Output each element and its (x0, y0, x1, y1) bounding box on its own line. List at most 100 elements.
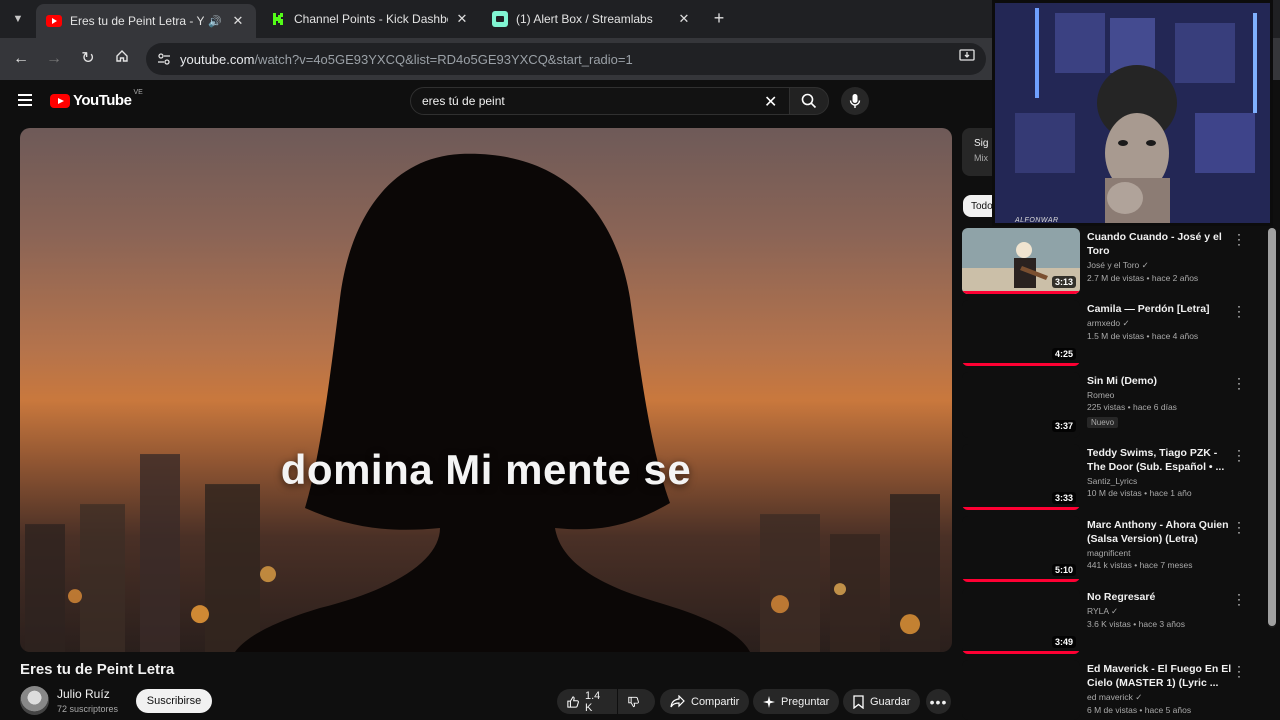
avatar[interactable] (20, 686, 49, 715)
menu-hamburger-icon[interactable] (18, 94, 32, 106)
video-thumbnail[interactable]: 3:37 (962, 372, 1080, 438)
scrollbar-thumb[interactable] (1268, 228, 1276, 626)
address-bar[interactable]: youtube.com/watch?v=4o5GE93YXCQ&list=RD4… (146, 43, 986, 75)
channel-name[interactable]: ed maverick (1087, 692, 1133, 702)
video-duration: 3:13 (1051, 276, 1076, 288)
video-meta: 6 M de vistas • hace 5 años (1087, 705, 1192, 715)
more-vertical-icon[interactable]: · · · (1234, 660, 1244, 682)
subscriber-count: 72 suscriptores (57, 704, 119, 714)
video-thumbnail[interactable]: 3:13 (962, 228, 1080, 294)
video-title[interactable]: Marc Anthony - Ahora Quien (Salsa Versio… (1087, 518, 1235, 546)
more-actions-button[interactable]: ••• (926, 689, 951, 714)
url-path: /watch?v=4o5GE93YXCQ&list=RD4o5GE93YXCQ&… (254, 51, 633, 67)
youtube-logo[interactable]: YouTube VE (50, 89, 143, 109)
video-thumbnail[interactable] (962, 660, 1080, 720)
watch-progress-bar (962, 507, 1080, 510)
like-button[interactable]: 1.4 K (557, 689, 617, 714)
new-badge: Nuevo (1087, 417, 1119, 428)
verified-check-icon: ✓ (1110, 606, 1119, 616)
channel-name[interactable]: Julio Ruíz (57, 687, 118, 701)
video-title[interactable]: No Regresaré (1087, 590, 1235, 604)
tab-kick[interactable]: Channel Points - Kick Dashboard ✕ (260, 4, 480, 34)
youtube-play-logo-icon (50, 93, 70, 108)
share-label: Compartir (691, 695, 740, 708)
video-player[interactable]: domina Mi mente se (20, 128, 952, 652)
forward-arrow-icon[interactable]: → (42, 47, 66, 71)
video-meta: 441 k vistas • hace 7 meses (1087, 560, 1193, 570)
dislike-button[interactable] (618, 689, 655, 714)
channel-name[interactable]: Romeo (1087, 390, 1235, 400)
video-title: Eres tu de Peint Letra (20, 661, 175, 678)
video-title[interactable]: Ed Maverick - El Fuego En El Cielo (MAST… (1087, 662, 1235, 690)
list-item[interactable]: 3:33 Teddy Swims, Tiago PZK - The Door (… (962, 444, 1267, 514)
verified-check-icon: ✓ (1135, 692, 1143, 702)
microphone-icon (849, 94, 861, 108)
video-thumbnail[interactable]: 5:10 (962, 516, 1080, 582)
more-vertical-icon[interactable]: · · · (1234, 516, 1244, 538)
channel-name[interactable]: Santiz_Lyrics (1087, 476, 1235, 486)
channel-name[interactable]: magnificent (1087, 548, 1235, 558)
list-item[interactable]: 4:25 Camila — Perdón [Letra] armxedo ✓ 1… (962, 300, 1267, 370)
video-duration: 5:10 (1051, 564, 1076, 576)
woman-silhouette-image (235, 153, 750, 652)
channel-name[interactable]: José y el Toro (1087, 260, 1139, 270)
search-icon (801, 93, 817, 109)
clear-search-icon[interactable]: ✕ (764, 92, 777, 112)
speaker-icon[interactable]: 🔊 (208, 15, 224, 28)
video-title[interactable]: Camila — Perdón [Letra] (1087, 302, 1235, 316)
watch-progress-bar (962, 651, 1080, 654)
video-meta: 3.6 K vistas • hace 3 años (1087, 619, 1185, 629)
back-arrow-icon[interactable]: ← (9, 47, 33, 71)
video-thumbnail[interactable]: 3:33 (962, 444, 1080, 510)
watch-progress-bar (962, 579, 1080, 582)
video-duration: 3:37 (1051, 420, 1076, 432)
tab-streamlabs[interactable]: (1) Alert Box / Streamlabs ✕ (482, 4, 702, 34)
home-icon[interactable] (110, 47, 134, 71)
ask-button[interactable]: Preguntar (753, 689, 840, 714)
video-meta: 10 M de vistas • hace 1 año (1087, 488, 1192, 498)
sidebar-scrollbar[interactable] (1268, 228, 1276, 628)
list-item[interactable]: Ed Maverick - El Fuego En El Cielo (MAST… (962, 660, 1267, 720)
close-tab-icon[interactable]: ✕ (676, 11, 692, 27)
video-title[interactable]: Teddy Swims, Tiago PZK - The Door (Sub. … (1087, 446, 1235, 474)
video-duration: 3:33 (1051, 492, 1076, 504)
tab-youtube[interactable]: Eres tu de Peint Letra - YouTube 🔊 ✕ (36, 4, 256, 38)
video-duration: 4:25 (1051, 348, 1076, 360)
close-tab-icon[interactable]: ✕ (454, 11, 470, 27)
video-thumbnail[interactable]: 3:49 (962, 588, 1080, 654)
more-vertical-icon[interactable]: · · · (1234, 372, 1244, 394)
share-button[interactable]: Compartir (660, 689, 750, 714)
new-tab-plus-icon[interactable]: + (708, 8, 730, 30)
search-button[interactable] (789, 87, 829, 115)
more-horizontal-icon: ••• (929, 693, 948, 710)
video-meta: 1.5 M de vistas • hace 4 años (1087, 331, 1199, 341)
video-title[interactable]: Sin Mi (Demo) (1087, 374, 1235, 388)
more-vertical-icon[interactable]: · · · (1234, 444, 1244, 466)
channel-name[interactable]: RYLA (1087, 606, 1109, 616)
more-vertical-icon[interactable]: · · · (1234, 300, 1244, 322)
thumbs-down-icon (628, 696, 639, 707)
install-app-icon[interactable] (955, 47, 979, 71)
voice-search-button[interactable] (841, 87, 869, 115)
channel-name[interactable]: armxedo (1087, 318, 1120, 328)
channel-owner[interactable]: Julio Ruíz 72 suscriptores (20, 686, 118, 715)
more-vertical-icon[interactable]: · · · (1234, 588, 1244, 610)
list-item[interactable]: 3:49 No Regresaré RYLA ✓ 3.6 K vistas • … (962, 588, 1267, 658)
tab-search-chevron-icon[interactable]: ▼ (6, 7, 30, 31)
video-thumbnail[interactable]: 4:25 (962, 300, 1080, 366)
webcam-image (995, 3, 1270, 223)
video-meta: 225 vistas • hace 6 días (1087, 402, 1177, 412)
more-vertical-icon[interactable]: · · · (1234, 228, 1244, 250)
search-input[interactable]: eres tú de peint (410, 87, 790, 115)
reload-icon[interactable]: ↻ (76, 47, 100, 71)
list-item[interactable]: 3:37 Sin Mi (Demo) Romeo 225 vistas • ha… (962, 372, 1267, 442)
lyric-caption: domina Mi mente se (280, 446, 692, 493)
site-settings-icon[interactable] (156, 51, 172, 67)
tab-title: (1) Alert Box / Streamlabs (516, 12, 653, 26)
list-item[interactable]: 5:10 Marc Anthony - Ahora Quien (Salsa V… (962, 516, 1267, 586)
close-tab-icon[interactable]: ✕ (230, 13, 246, 29)
save-button[interactable]: Guardar (843, 689, 921, 714)
video-title[interactable]: Cuando Cuando - José y el Toro (1087, 230, 1235, 258)
subscribe-button[interactable]: Suscribirse (136, 689, 212, 713)
list-item[interactable]: 3:13 Cuando Cuando - José y el Toro José… (962, 228, 1267, 298)
